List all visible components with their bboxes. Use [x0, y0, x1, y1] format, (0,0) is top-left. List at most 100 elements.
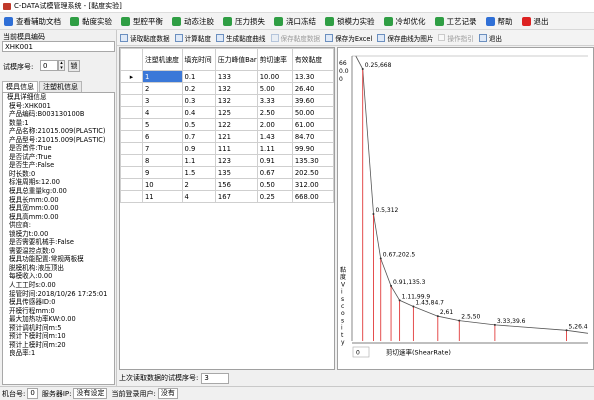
trial-no-spinner[interactable]: ▴ ▾	[58, 60, 65, 71]
menu-item-process-record[interactable]: 工艺记录	[434, 16, 477, 27]
table-cell[interactable]: 11	[141, 190, 183, 203]
row-header[interactable]: ▸	[120, 70, 143, 83]
row-header[interactable]	[120, 190, 143, 203]
table-cell[interactable]: 3.33	[256, 94, 293, 107]
table-cell[interactable]: 312.00	[291, 178, 335, 191]
table-cell[interactable]: 8	[141, 154, 183, 167]
table-cell[interactable]: 1	[141, 70, 183, 83]
table-cell[interactable]: 99.90	[291, 142, 335, 155]
table-cell[interactable]: 0.25	[256, 190, 293, 203]
table-row[interactable]: 3 0.3 132 3.33 39.60	[120, 94, 335, 107]
toolbar-guide-button[interactable]: 操作指引	[438, 33, 474, 43]
table-cell[interactable]: 167	[214, 190, 258, 203]
table-cell[interactable]: 2.00	[256, 118, 293, 131]
table-cell[interactable]: 0.1	[181, 70, 216, 83]
table-cell[interactable]: 2	[141, 82, 183, 95]
lock-button[interactable]: 锁	[68, 60, 80, 72]
table-cell[interactable]: 0.9	[181, 142, 216, 155]
row-header[interactable]	[120, 118, 143, 131]
table-cell[interactable]: 3	[141, 94, 183, 107]
toolbar-read-data-button[interactable]: 读取黏度数据	[120, 33, 170, 43]
table-cell[interactable]: 0.67	[256, 166, 293, 179]
tab-machine-info[interactable]: 注塑机信息	[39, 81, 82, 92]
table-cell[interactable]: 2	[181, 178, 216, 191]
table-cell[interactable]: 2.50	[256, 106, 293, 119]
table-cell[interactable]: 0.4	[181, 106, 216, 119]
row-header[interactable]	[120, 178, 143, 191]
toolbar-save-viscosity-button[interactable]: 保存黏度数据	[270, 33, 320, 43]
viscosity-grid[interactable]: 注塑机速度 填充时间 压力峰值Bar 剪切速率 有效黏度 ▸ 1 0.1 133 10.…	[119, 47, 335, 370]
table-cell[interactable]: 111	[214, 142, 258, 155]
table-row[interactable]: 2 0.2 132 5.00 26.40	[120, 82, 335, 95]
table-cell[interactable]: 121	[214, 130, 258, 143]
table-row[interactable]: 6 0.7 121 1.43 84.70	[120, 130, 335, 143]
menu-item-exit[interactable]: 退出	[521, 16, 549, 27]
table-row[interactable]: ▸ 1 0.1 133 10.00 13.30	[120, 70, 335, 83]
table-cell[interactable]: 5	[141, 118, 183, 131]
table-row[interactable]: 11 4 167 0.25 668.00	[120, 190, 335, 203]
table-cell[interactable]: 135.30	[291, 154, 335, 167]
table-cell[interactable]: 133	[214, 70, 258, 83]
table-cell[interactable]: 123	[214, 154, 258, 167]
table-cell[interactable]: 50.00	[291, 106, 335, 119]
table-cell[interactable]: 61.00	[291, 118, 335, 131]
table-cell[interactable]: 7	[141, 142, 183, 155]
trial-no-input[interactable]: 0	[40, 60, 58, 71]
row-header[interactable]	[120, 94, 143, 107]
menu-item-clamp-force[interactable]: 锁模力实验	[325, 16, 375, 27]
table-cell[interactable]: 0.91	[256, 154, 293, 167]
table-cell[interactable]: 1.11	[256, 142, 293, 155]
table-cell[interactable]: 13.30	[291, 70, 335, 83]
table-cell[interactable]: 668.00	[291, 190, 335, 203]
table-row[interactable]: 7 0.9 111 1.11 99.90	[120, 142, 335, 155]
table-cell[interactable]: 156	[214, 178, 258, 191]
table-cell[interactable]: 0.2	[181, 82, 216, 95]
table-cell[interactable]: 10	[141, 178, 183, 191]
column-header-speed[interactable]: 注塑机速度	[141, 48, 183, 71]
table-cell[interactable]: 135	[214, 166, 258, 179]
row-header[interactable]	[120, 142, 143, 155]
toolbar-exit-button[interactable]: 退出	[478, 33, 502, 43]
row-header[interactable]	[120, 82, 143, 95]
table-cell[interactable]: 1.5	[181, 166, 216, 179]
table-row[interactable]: 10 2 156 0.50 312.00	[120, 178, 335, 191]
column-header-pressure[interactable]: 压力峰值Bar	[214, 48, 258, 71]
menu-item-dynamic-injection[interactable]: 动态注胶	[172, 16, 214, 27]
menu-item-cooling[interactable]: 冷却优化	[383, 16, 426, 27]
table-cell[interactable]: 0.50	[256, 178, 293, 191]
table-row[interactable]: 5 0.5 122 2.00 61.00	[120, 118, 335, 131]
row-header[interactable]	[120, 166, 143, 179]
menu-item-gate-freeze[interactable]: 浇口冻结	[274, 16, 316, 27]
table-cell[interactable]: 0.3	[181, 94, 216, 107]
toolbar-calc-viscosity-button[interactable]: 计算黏度	[174, 33, 211, 43]
tab-mold-info[interactable]: 模具信息	[2, 81, 38, 92]
table-row[interactable]: 9 1.5 135 0.67 202.50	[120, 166, 335, 179]
row-header[interactable]	[120, 106, 143, 119]
table-row[interactable]: 8 1.1 123 0.91 135.30	[120, 154, 335, 167]
table-cell[interactable]: 9	[141, 166, 183, 179]
table-cell[interactable]: 6	[141, 130, 183, 143]
table-cell[interactable]: 122	[214, 118, 258, 131]
table-cell[interactable]: 4	[141, 106, 183, 119]
toolbar-gen-curve-button[interactable]: 生成黏度曲线	[215, 33, 266, 43]
mold-code-field[interactable]: XHK001	[2, 41, 115, 52]
row-header[interactable]	[120, 154, 143, 167]
menu-item-help[interactable]: 帮助	[485, 16, 513, 27]
table-cell[interactable]: 202.50	[291, 166, 335, 179]
table-cell[interactable]: 0.7	[181, 130, 216, 143]
column-header-fill-time[interactable]: 填充时间	[181, 48, 216, 71]
column-header-shear-rate[interactable]: 剪切速率	[256, 48, 293, 71]
table-cell[interactable]: 1.43	[256, 130, 293, 143]
table-cell[interactable]: 39.60	[291, 94, 335, 107]
menu-item-pressure-loss[interactable]: 压力损失	[223, 16, 265, 27]
toolbar-save-excel-button[interactable]: 保存为Excel	[325, 33, 372, 43]
toolbar-save-image-button[interactable]: 保存曲线为图片	[377, 33, 433, 43]
table-cell[interactable]: 1.1	[181, 154, 216, 167]
menu-item-docs[interactable]: 查看辅助文档	[4, 16, 61, 27]
table-cell[interactable]: 10.00	[256, 70, 293, 83]
table-cell[interactable]: 0.5	[181, 118, 216, 131]
table-cell[interactable]: 125	[214, 106, 258, 119]
table-cell[interactable]: 26.40	[291, 82, 335, 95]
table-cell[interactable]: 4	[181, 190, 216, 203]
column-header-viscosity[interactable]: 有效黏度	[291, 48, 335, 71]
